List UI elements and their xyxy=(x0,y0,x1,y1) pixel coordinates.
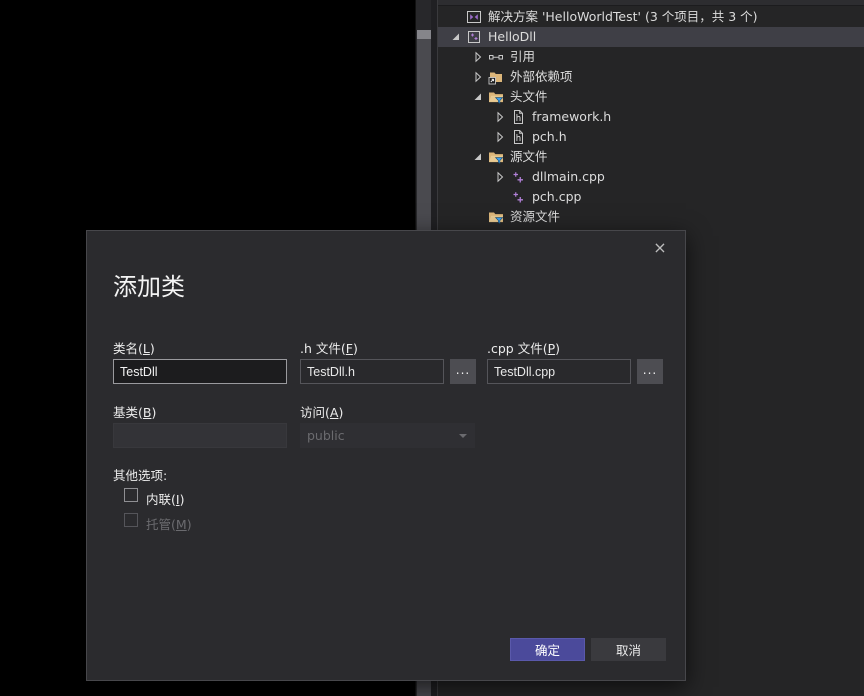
cpp-project-icon xyxy=(466,29,482,45)
header-file-icon: h xyxy=(510,129,526,145)
tree-item-label: pch.cpp xyxy=(532,189,581,205)
base-class-label: 基类(B) xyxy=(113,402,156,421)
chevron-down-icon xyxy=(459,434,467,438)
cpp-file-input[interactable] xyxy=(487,359,631,384)
collapse-arrow-icon[interactable] xyxy=(448,29,464,45)
tree-item-label: pch.h xyxy=(532,129,567,145)
tree-item[interactable]: 资源文件 xyxy=(438,207,864,227)
expand-arrow-icon[interactable] xyxy=(492,109,508,125)
expand-arrow-icon[interactable] xyxy=(492,129,508,145)
managed-checkbox xyxy=(124,513,138,527)
tree-item[interactable]: 源文件 xyxy=(438,147,864,167)
tree-item-label: 解决方案 'HelloWorldTest' (3 个项目，共 3 个) xyxy=(488,9,758,25)
tree-item[interactable]: 引用 xyxy=(438,47,864,67)
access-selected-value: public xyxy=(307,428,345,443)
class-name-label: 类名(L) xyxy=(113,338,155,357)
ok-button[interactable]: 确定 xyxy=(510,638,585,661)
svg-text:h: h xyxy=(516,114,521,124)
tree-item[interactable]: HelloDll xyxy=(438,27,864,47)
tree-item[interactable]: pch.cpp xyxy=(438,187,864,207)
arrow-spacer xyxy=(470,209,486,225)
h-file-browse-button[interactable]: ... xyxy=(450,359,476,384)
close-icon[interactable]: × xyxy=(650,238,670,258)
svg-text:h: h xyxy=(516,134,521,144)
filtered-folder-icon xyxy=(488,149,504,165)
access-label: 访问(A) xyxy=(300,402,343,421)
filtered-folder-icon xyxy=(488,209,504,225)
collapse-arrow-icon[interactable] xyxy=(470,149,486,165)
base-class-input[interactable] xyxy=(113,423,287,448)
tree-item-label: dllmain.cpp xyxy=(532,169,605,185)
tree-item[interactable]: 解决方案 'HelloWorldTest' (3 个项目，共 3 个) xyxy=(438,7,864,27)
external-dependencies-icon xyxy=(488,69,504,85)
h-file-label: .h 文件(F) xyxy=(300,338,358,357)
expand-arrow-icon[interactable] xyxy=(470,49,486,65)
collapse-arrow-icon[interactable] xyxy=(470,89,486,105)
managed-checkbox-label: 托管(M) xyxy=(146,514,192,533)
header-file-icon: h xyxy=(510,109,526,125)
dialog-title: 添加类 xyxy=(113,267,185,302)
scrollbar-thumb-top[interactable] xyxy=(417,30,431,39)
solution-explorer-top-strip xyxy=(438,0,864,6)
tree-item-label: 头文件 xyxy=(510,89,548,105)
tree-item-label: framework.h xyxy=(532,109,611,125)
references-icon xyxy=(488,49,504,65)
tree-item-label: 外部依赖项 xyxy=(510,69,573,85)
cpp-file-icon xyxy=(510,189,526,205)
arrow-spacer xyxy=(492,189,508,205)
solution-explorer-tree: 解决方案 'HelloWorldTest' (3 个项目，共 3 个) Hello… xyxy=(438,7,864,227)
arrow-spacer xyxy=(448,9,464,25)
class-name-input[interactable] xyxy=(113,359,287,384)
other-options-label: 其他选项: xyxy=(113,465,167,484)
expand-arrow-icon[interactable] xyxy=(470,69,486,85)
h-file-input[interactable] xyxy=(300,359,444,384)
expand-arrow-icon[interactable] xyxy=(492,169,508,185)
access-combobox[interactable]: public xyxy=(300,423,475,448)
solution-icon xyxy=(466,9,482,25)
cpp-file-icon xyxy=(510,169,526,185)
tree-item-label: HelloDll xyxy=(488,29,536,45)
tree-item-label: 引用 xyxy=(510,49,535,65)
tree-item-label: 资源文件 xyxy=(510,209,560,225)
filtered-folder-icon xyxy=(488,89,504,105)
tree-item[interactable]: dllmain.cpp xyxy=(438,167,864,187)
cpp-file-browse-button[interactable]: ... xyxy=(637,359,663,384)
cancel-button[interactable]: 取消 xyxy=(591,638,666,661)
tree-item[interactable]: 头文件 xyxy=(438,87,864,107)
inline-checkbox[interactable] xyxy=(124,488,138,502)
add-class-dialog: × 添加类 类名(L) .h 文件(F) .cpp 文件(P) ... ... … xyxy=(86,230,686,681)
tree-item[interactable]: h framework.h xyxy=(438,107,864,127)
tree-item[interactable]: h pch.h xyxy=(438,127,864,147)
tree-item[interactable]: 外部依赖项 xyxy=(438,67,864,87)
tree-item-label: 源文件 xyxy=(510,149,548,165)
inline-checkbox-label[interactable]: 内联(I) xyxy=(146,489,184,508)
cpp-file-label: .cpp 文件(P) xyxy=(487,338,560,357)
app-window: 解决方案 'HelloWorldTest' (3 个项目，共 3 个) Hello… xyxy=(0,0,864,696)
